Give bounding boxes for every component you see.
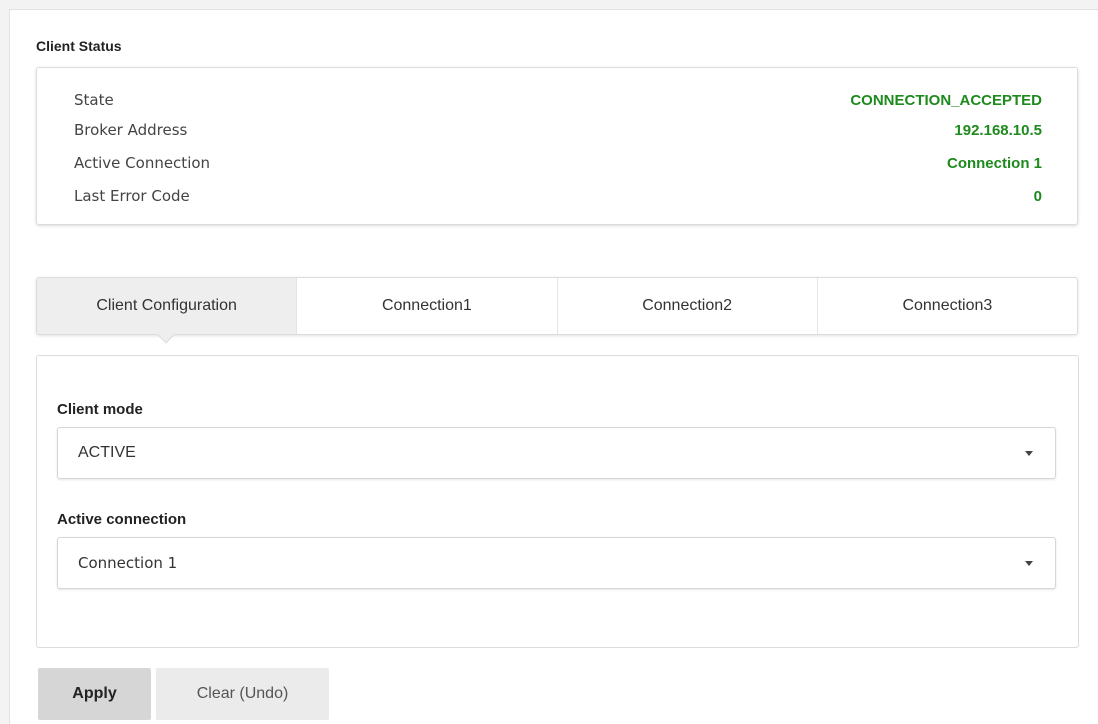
client-configuration-panel: Client mode ACTIVE Active connection Con… bbox=[36, 355, 1079, 648]
client-status-title: Client Status bbox=[36, 38, 122, 54]
tab-connection3[interactable]: Connection3 bbox=[816, 278, 1077, 334]
status-label: State bbox=[74, 91, 114, 109]
status-label: Broker Address bbox=[74, 121, 188, 139]
client-mode-select[interactable]: ACTIVE bbox=[57, 427, 1056, 479]
client-mode-value: ACTIVE bbox=[78, 444, 136, 461]
clear-undo-button[interactable]: Clear (Undo) bbox=[156, 668, 329, 720]
tab-connection2[interactable]: Connection2 bbox=[556, 278, 817, 334]
status-row-broker-address: Broker Address 192.168.10.5 bbox=[74, 118, 1042, 142]
status-row-state: State CONNECTION_ACCEPTED bbox=[74, 88, 1042, 112]
config-tabs: Client Configuration Connection1 Connect… bbox=[36, 277, 1078, 344]
tab-label: Connection2 bbox=[642, 297, 733, 314]
active-connection-label: Active connection bbox=[57, 511, 187, 528]
status-label: Last Error Code bbox=[74, 187, 190, 205]
tab-connection1[interactable]: Connection1 bbox=[296, 278, 556, 334]
tab-label: Client Configuration bbox=[96, 297, 237, 314]
status-row-last-error-code: Last Error Code 0 bbox=[74, 184, 1042, 208]
chevron-down-icon bbox=[1025, 450, 1033, 456]
client-status-card: State CONNECTION_ACCEPTED Broker Address… bbox=[36, 67, 1078, 225]
status-value: 0 bbox=[1033, 187, 1042, 205]
status-value: 192.168.10.5 bbox=[954, 121, 1042, 139]
status-row-active-connection: Active Connection Connection 1 bbox=[74, 151, 1042, 175]
status-label: Active Connection bbox=[74, 154, 211, 172]
tab-label: Connection1 bbox=[381, 297, 472, 314]
tab-client-configuration[interactable]: Client Configuration bbox=[37, 278, 297, 344]
client-mode-label: Client mode bbox=[57, 401, 143, 418]
status-value: Connection 1 bbox=[946, 154, 1042, 172]
chevron-down-icon bbox=[1025, 560, 1033, 566]
active-connection-select[interactable]: Connection 1 bbox=[57, 537, 1056, 589]
status-value: CONNECTION_ACCEPTED bbox=[850, 91, 1042, 109]
active-connection-value: Connection 1 bbox=[78, 554, 178, 572]
tab-label: Connection3 bbox=[902, 297, 993, 314]
apply-button[interactable]: Apply bbox=[38, 668, 151, 720]
